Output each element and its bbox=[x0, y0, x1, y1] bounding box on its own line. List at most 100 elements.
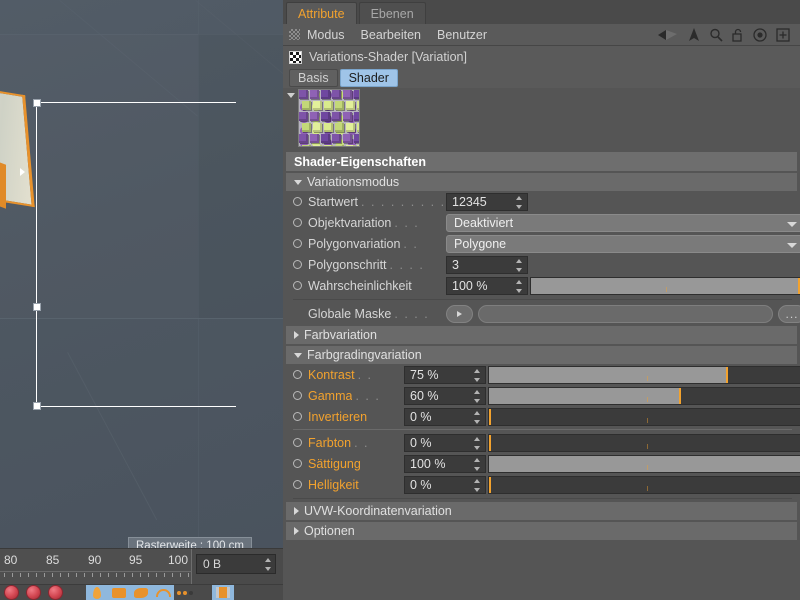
invertieren-slider[interactable] bbox=[488, 408, 800, 426]
keyframe-dot-icon[interactable] bbox=[293, 412, 302, 421]
up-arrow-icon[interactable] bbox=[688, 28, 700, 42]
keyframe-dot-icon[interactable] bbox=[293, 391, 302, 400]
keyframe-dot-icon[interactable] bbox=[293, 197, 302, 206]
slider-marker[interactable] bbox=[679, 388, 681, 404]
slider-marker[interactable] bbox=[726, 367, 728, 383]
spinner-arrows-icon[interactable] bbox=[473, 390, 480, 403]
param-row-farbton[interactable]: Farbton . . 0 % bbox=[283, 432, 800, 453]
section-header-uvw[interactable]: UVW-Koordinatenvariation bbox=[286, 502, 797, 520]
bottom-toolbar[interactable] bbox=[0, 584, 283, 600]
farbton-input[interactable]: 0 % bbox=[404, 434, 486, 452]
keyframe-dot-icon[interactable] bbox=[293, 260, 302, 269]
sub-tab-shader[interactable]: Shader bbox=[340, 69, 398, 87]
tool-group[interactable] bbox=[86, 585, 196, 600]
param-row-objektvariation[interactable]: Objektvariation . . . Deaktiviert bbox=[283, 212, 800, 233]
spinner-arrows-icon[interactable] bbox=[515, 280, 522, 293]
helligkeit-input[interactable]: 0 % bbox=[404, 476, 486, 494]
box-tool-button[interactable] bbox=[108, 585, 130, 600]
selection-handle[interactable] bbox=[33, 402, 41, 410]
param-row-kontrast[interactable]: Kontrast . . 75 % bbox=[283, 364, 800, 385]
record-button[interactable] bbox=[0, 585, 22, 600]
magnet-tool-button[interactable] bbox=[152, 585, 174, 600]
sub-tab-basis[interactable]: Basis bbox=[289, 69, 338, 87]
helligkeit-slider[interactable] bbox=[488, 476, 800, 494]
keyframe-dot-icon[interactable] bbox=[293, 239, 302, 248]
param-row-wahrscheinlichkeit[interactable]: Wahrscheinlichkeit 100 % bbox=[283, 275, 800, 296]
timeline-ruler[interactable]: 80 85 90 95 100 bbox=[0, 549, 192, 585]
target-icon[interactable] bbox=[753, 28, 767, 42]
menu-benutzer[interactable]: Benutzer bbox=[437, 28, 487, 42]
render-view-button[interactable] bbox=[212, 585, 234, 600]
grip-dots-icon[interactable] bbox=[289, 29, 300, 40]
caret-down-icon[interactable] bbox=[287, 93, 295, 98]
render-group[interactable] bbox=[212, 585, 234, 600]
section-header-farbvariation[interactable]: Farbvariation bbox=[286, 326, 797, 344]
animation-record-group[interactable] bbox=[0, 585, 66, 600]
spinner-arrows-icon[interactable] bbox=[473, 369, 480, 382]
slider-marker[interactable] bbox=[489, 435, 491, 451]
search-icon[interactable] bbox=[709, 28, 723, 42]
keyframe-dot-icon[interactable] bbox=[293, 218, 302, 227]
polygonvariation-dropdown[interactable]: Polygone bbox=[446, 235, 800, 253]
startwert-input[interactable]: 12345 bbox=[446, 193, 528, 211]
param-row-helligkeit[interactable]: Helligkeit 0 % bbox=[283, 474, 800, 495]
polygonschritt-input[interactable]: 3 bbox=[446, 256, 528, 274]
slider-marker[interactable] bbox=[489, 409, 491, 425]
gamma-input[interactable]: 60 % bbox=[404, 387, 486, 405]
paint-tool-button[interactable] bbox=[86, 585, 108, 600]
viewport-3d[interactable]: Rasterweite : 100 cm bbox=[0, 0, 283, 548]
slider-marker[interactable] bbox=[489, 477, 491, 493]
keyframe-dot-icon[interactable] bbox=[293, 370, 302, 379]
globale-maske-link-field[interactable] bbox=[478, 305, 773, 323]
kontrast-input[interactable]: 75 % bbox=[404, 366, 486, 384]
keyframe-dot-icon[interactable] bbox=[293, 480, 302, 489]
shader-preview-thumbnail[interactable] bbox=[298, 89, 360, 147]
saettigung-input[interactable]: 100 % bbox=[404, 455, 486, 473]
param-row-startwert[interactable]: Startwert . . . . . . . . . 12345 bbox=[283, 191, 800, 212]
section-header-variationsmodus[interactable]: Variationsmodus bbox=[286, 173, 797, 191]
wahrscheinlichkeit-input[interactable]: 100 % bbox=[446, 277, 528, 295]
param-row-polygonschritt[interactable]: Polygonschritt . . . . 3 bbox=[283, 254, 800, 275]
param-row-saettigung[interactable]: Sättigung 100 % bbox=[283, 453, 800, 474]
tab-ebenen[interactable]: Ebenen bbox=[359, 2, 426, 24]
keyframe-dot-icon[interactable] bbox=[293, 281, 302, 290]
frame-number-field[interactable]: 0 B bbox=[196, 554, 276, 574]
invertieren-input[interactable]: 0 % bbox=[404, 408, 486, 426]
param-row-invertieren[interactable]: Invertieren 0 % bbox=[283, 406, 800, 427]
section-header-optionen[interactable]: Optionen bbox=[286, 522, 797, 540]
autokey-button[interactable] bbox=[22, 585, 44, 600]
kontrast-slider[interactable] bbox=[488, 366, 800, 384]
selection-bounding-box[interactable] bbox=[36, 102, 236, 407]
param-row-polygonvariation[interactable]: Polygonvariation . . Polygone bbox=[283, 233, 800, 254]
plus-box-icon[interactable] bbox=[776, 28, 790, 42]
spinner-arrows-icon[interactable] bbox=[473, 411, 480, 424]
deform-tool-button[interactable] bbox=[130, 585, 152, 600]
section-header-farbgradingvariation[interactable]: Farbgradingvariation bbox=[286, 346, 797, 364]
spinner-arrows-icon[interactable] bbox=[264, 558, 271, 571]
param-row-gamma[interactable]: Gamma . . . 60 % bbox=[283, 385, 800, 406]
menu-bearbeiten[interactable]: Bearbeiten bbox=[361, 28, 421, 42]
globale-maske-ellipsis-button[interactable]: ... bbox=[778, 305, 800, 323]
timeline-bar[interactable]: 80 85 90 95 100 0 B bbox=[0, 548, 283, 584]
tab-attribute[interactable]: Attribute bbox=[286, 2, 357, 24]
back-arrow-icon[interactable] bbox=[657, 29, 679, 41]
spinner-arrows-icon[interactable] bbox=[473, 479, 480, 492]
menu-modus[interactable]: Modus bbox=[307, 28, 345, 42]
selection-handle[interactable] bbox=[33, 99, 41, 107]
keyframe-dot-icon[interactable] bbox=[293, 459, 302, 468]
spinner-arrows-icon[interactable] bbox=[515, 259, 522, 272]
objektvariation-dropdown[interactable]: Deaktiviert bbox=[446, 214, 800, 232]
farbton-slider[interactable] bbox=[488, 434, 800, 452]
more-tools-button[interactable] bbox=[174, 585, 196, 600]
saettigung-slider[interactable] bbox=[488, 455, 800, 473]
keyframe-dot-icon[interactable] bbox=[293, 438, 302, 447]
keyframe-selection-button[interactable] bbox=[44, 585, 66, 600]
spinner-arrows-icon[interactable] bbox=[473, 458, 480, 471]
spinner-arrows-icon[interactable] bbox=[515, 196, 522, 209]
spinner-arrows-icon[interactable] bbox=[473, 437, 480, 450]
wahrscheinlichkeit-slider[interactable] bbox=[530, 277, 800, 295]
unlock-icon[interactable] bbox=[732, 28, 744, 42]
globale-maske-play-button[interactable] bbox=[446, 305, 473, 323]
gamma-slider[interactable] bbox=[488, 387, 800, 405]
param-row-globale-maske[interactable]: Globale Maske . . . . ... bbox=[283, 303, 800, 324]
